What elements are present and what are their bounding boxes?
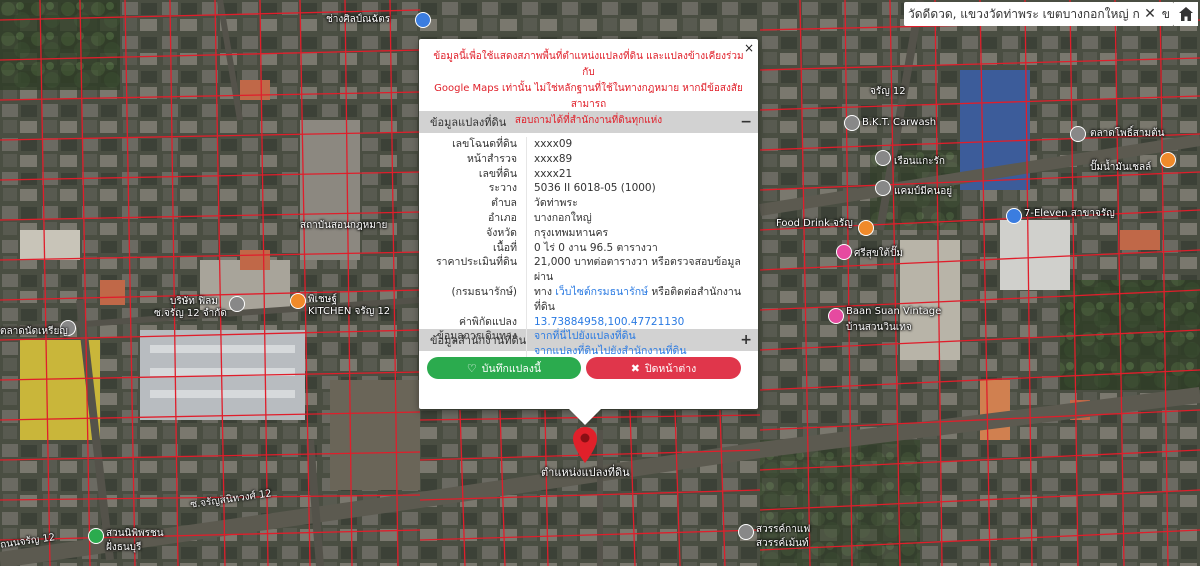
map-label: แคมป์มีคนอยู่: [894, 186, 953, 197]
map-label: ตลาดนัดเหรียญ: [0, 326, 68, 337]
poi-icon[interactable]: [875, 150, 891, 166]
map-label: 7-Eleven สาขาจรัญ: [1024, 208, 1115, 219]
food-poi-icon[interactable]: [858, 220, 874, 236]
detail-value: xxxx89: [526, 151, 758, 167]
clear-search-button[interactable]: ✕: [1144, 6, 1156, 22]
detail-label: อำเภอ: [487, 211, 517, 224]
detail-value: 5036 II 6018-05 (1000): [526, 181, 758, 197]
expand-icon[interactable]: +: [740, 332, 752, 348]
vintage-poi-icon[interactable]: [828, 308, 844, 324]
map-label: ช่างศิลป์ณฉัตร: [326, 14, 391, 25]
map-label: ศรีสุขใต้ปั๊ม: [854, 248, 903, 259]
parcel-detail-table: เลขโฉนดที่ดิน xxxx09 หน้าสำรวจ xxxx89 เล…: [419, 133, 758, 359]
search-overflow-text: ข: [1161, 6, 1170, 21]
close-icon: ✖: [630, 361, 640, 375]
map-label: KITCHEN จรัญ 12: [308, 306, 391, 317]
coordinates-link[interactable]: 13.73884958,100.47721130: [534, 316, 684, 328]
detail-row-area: เนื้อที่ 0 ไร่ 0 งาน 96.5 ตารางวา: [419, 240, 758, 256]
cafe-poi-icon[interactable]: [738, 524, 754, 540]
close-window-label: ปิดหน้าต่าง: [644, 362, 697, 375]
parcel-pin-icon[interactable]: [573, 427, 597, 463]
disclaimer-line-2: Google Maps เท่านั้น ไม่ใช่หลักฐานที่ใช้…: [434, 83, 743, 110]
detail-label: ระวาง: [488, 182, 517, 195]
map-label: Baan Suan Vintage: [846, 306, 942, 317]
save-parcel-label: บันทึกแปลงนี้: [481, 362, 542, 375]
restaurant-poi-icon[interactable]: [290, 293, 306, 309]
home-icon: [1179, 7, 1193, 21]
detail-row-land-no: เลขที่ดิน xxxx21: [419, 166, 758, 182]
detail-row-coordinates: ค่าพิกัดแปลง 13.73884958,100.47721130: [419, 314, 758, 330]
disclaimer: ข้อมูลนี้เพื่อใช้แสดงสภาพพื้นที่ตำแหน่งแ…: [419, 39, 758, 126]
detail-value: กรุงเทพมหานคร: [526, 225, 758, 241]
detail-value: ทาง เว็บไซต์กรมธนารักษ์ หรือติดต่อสำนักง…: [526, 284, 758, 315]
search-box[interactable]: วัดดีดวด, แขวงวัดท่าพระ เขตบางกอกใหญ่ กร…: [904, 2, 1174, 26]
map-label: ซ.จรัญ 12 จำกัด: [154, 308, 227, 319]
detail-value: xxxx09: [526, 137, 758, 152]
value-prefix: ทาง: [534, 285, 556, 298]
detail-label: เลขโฉนดที่ดิน: [452, 138, 517, 150]
map-label: ฝั่งธนบุรี: [106, 542, 142, 553]
detail-row-deed: เลขโฉนดที่ดิน xxxx09: [419, 137, 758, 152]
map-label: ปั๊มน้ำมันเชลล์: [1090, 162, 1152, 173]
park-poi-icon[interactable]: [88, 528, 104, 544]
heart-icon: ♡: [466, 361, 477, 375]
map-label: บ้านสวนวินเทจ: [846, 322, 912, 333]
shop-poi-icon[interactable]: [415, 12, 431, 28]
detail-label: (กรมธนารักษ์): [451, 285, 517, 298]
detail-row-province: จังหวัด กรุงเทพมหานคร: [419, 225, 758, 241]
map-label: สวรรค์กาแฟ: [756, 524, 811, 535]
map-label: จรัญ 12: [870, 86, 906, 97]
treasury-website-link[interactable]: เว็บไซต์กรมธนารักษ์: [555, 286, 648, 298]
detail-label: จังหวัด: [486, 226, 517, 239]
detail-label: หน้าสำรวจ: [467, 152, 517, 165]
gas-poi-icon[interactable]: [1160, 152, 1176, 168]
detail-value: 13.73884958,100.47721130: [526, 314, 758, 330]
directions-to-office-link[interactable]: จากแปลงที่ดินไปยังสำนักงานที่ดิน: [534, 345, 687, 357]
carwash-poi-icon[interactable]: [844, 115, 860, 131]
store-poi-icon[interactable]: [1006, 208, 1022, 224]
search-input[interactable]: วัดดีดวด, แขวงวัดท่าพระ เขตบางกอกใหญ่ กร…: [908, 5, 1140, 24]
parcel-info-popup: × ข้อมูลนี้เพื่อใช้แสดงสภาพพื้นที่ตำแหน่…: [419, 39, 758, 425]
detail-label: เนื้อที่: [493, 241, 517, 254]
section-title: ข้อมูลสำนักงานที่ดิน: [430, 334, 527, 347]
detail-label: ตำบล: [491, 197, 517, 210]
detail-row-appraisal: ราคาประเมินที่ดิน 21,000 บาทต่อตารางวา ห…: [419, 255, 758, 285]
detail-row-survey: หน้าสำรวจ xxxx89: [419, 151, 758, 167]
company-poi-icon[interactable]: [229, 296, 245, 312]
detail-label: เลขที่ดิน: [478, 167, 517, 180]
close-window-button[interactable]: ✖ ปิดหน้าต่าง: [586, 357, 741, 379]
map-label: สวรรค์เม้นท์: [756, 538, 809, 549]
detail-value: 21,000 บาทต่อตารางวา หรือตรวจสอบข้อมูลผ่…: [526, 255, 758, 285]
shop-poi-icon-2[interactable]: [836, 244, 852, 260]
popup-close-button[interactable]: ×: [744, 41, 754, 55]
detail-row-subdistrict: ตำบล วัดท่าพระ: [419, 196, 758, 211]
detail-value: บางกอกใหญ่: [526, 210, 758, 226]
pin-label: ตำแหน่งแปลงที่ดิน: [541, 466, 630, 479]
detail-label: ค่าพิกัดแปลง: [458, 315, 517, 328]
home-button[interactable]: [1174, 2, 1198, 26]
map-label: สถาบันสอนกฎหมาย: [300, 220, 388, 231]
map-label: ตลาดโพธิ์สามต้น: [1090, 128, 1165, 139]
section-title: ข้อมูลแปลงที่ดิน: [430, 116, 507, 129]
detail-value: จากที่นี่ไปยังแปลงที่ดิน: [526, 329, 758, 345]
detail-row-appraisal-2: (กรมธนารักษ์) ทาง เว็บไซต์กรมธนารักษ์ หร…: [419, 284, 758, 315]
disclaimer-line-1: ข้อมูลนี้เพื่อใช้แสดงสภาพพื้นที่ตำแหน่งแ…: [433, 51, 744, 78]
detail-value: 0 ไร่ 0 งาน 96.5 ตารางวา: [526, 240, 758, 256]
map-label: สวนนิพิพรชน: [106, 528, 164, 539]
directions-to-parcel-link[interactable]: จากที่นี่ไปยังแปลงที่ดิน: [534, 330, 636, 342]
detail-value: xxxx21: [526, 166, 758, 182]
market-poi-icon[interactable]: [1070, 126, 1086, 142]
detail-value: วัดท่าพระ: [526, 196, 758, 211]
collapse-icon[interactable]: −: [740, 114, 752, 130]
detail-label: ราคาประเมินที่ดิน: [435, 256, 517, 269]
map-label: เรือนแกะรัก: [894, 156, 945, 167]
detail-row-district: อำเภอ บางกอกใหญ่: [419, 210, 758, 226]
poi-icon-2[interactable]: [875, 180, 891, 196]
save-parcel-button[interactable]: ♡ บันทึกแปลงนี้: [427, 357, 581, 379]
map-label: Food Drink จรัญ: [776, 218, 853, 229]
map-label: B.K.T. Carwash: [862, 117, 937, 128]
detail-row-sheet: ระวาง 5036 II 6018-05 (1000): [419, 181, 758, 197]
